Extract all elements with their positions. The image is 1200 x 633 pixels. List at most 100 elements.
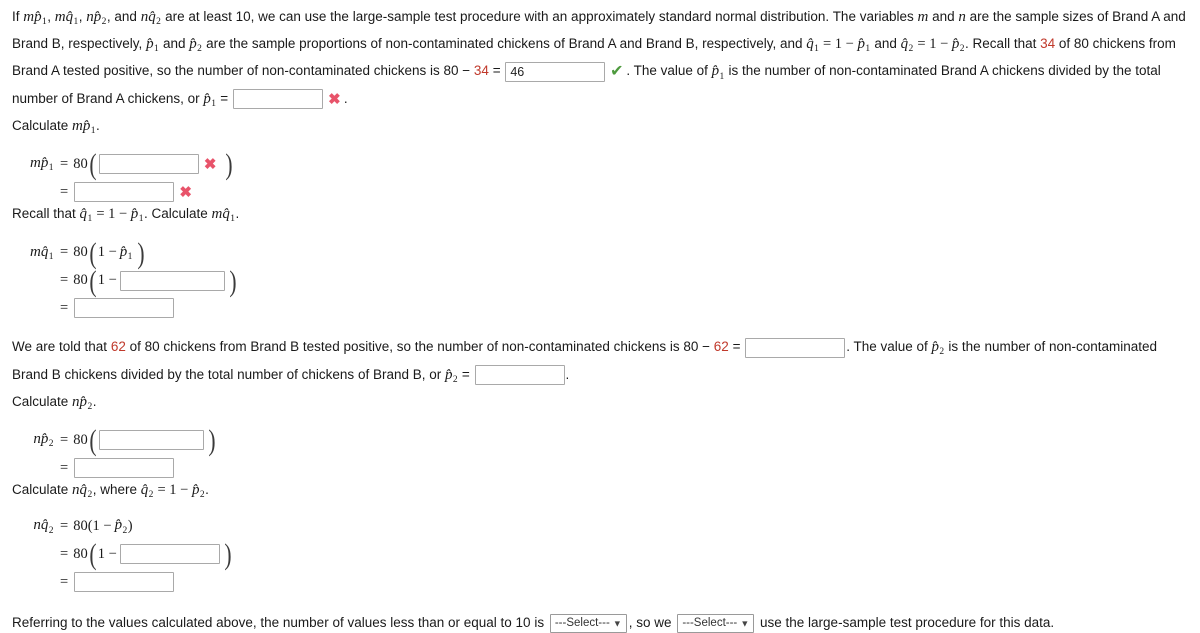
value-34-first: 34 <box>1040 36 1056 52</box>
calc-nq2-heading-eq: = 1 − <box>153 482 192 499</box>
value-34-second: 34 <box>473 63 489 79</box>
mq1-equals-1: = <box>60 244 69 261</box>
mq1-equals-3: = <box>60 299 69 316</box>
intro-text-5: . Recall that <box>965 36 1041 52</box>
mq1-lhs-symbol: mq̂1 <box>30 243 54 262</box>
correct-check-icon: ✔ <box>610 63 624 81</box>
incorrect-x-icon-p1: ✖ <box>328 90 341 108</box>
intro-and-3: and <box>870 36 901 52</box>
chevron-down-icon-1: ▼ <box>612 618 622 629</box>
nq2-coefficient-2: 80 <box>73 546 88 563</box>
conclusion-text-2: , so we <box>628 615 676 631</box>
intro-equals-1: = <box>488 63 505 79</box>
intro-text-2: are at least 10, we can use the large-sa… <box>161 9 918 24</box>
calc-np2-heading: Calculate np̂2. <box>12 391 1190 418</box>
nq2-equation-row-1: nq̂2 = 80 ( 1 − p̂2 ) <box>12 514 1190 538</box>
symbol-mp1: mp̂1 <box>23 9 47 28</box>
brand-a-noncontaminated-input[interactable] <box>505 61 606 82</box>
exercise-page: If mp̂1, mq̂1, np̂2, and nq̂2 are at lea… <box>0 0 1200 633</box>
mp1-equals-2: = <box>60 183 69 200</box>
mq1-result-input[interactable] <box>74 298 175 319</box>
symbol-p2-a: p̂2 <box>189 36 202 55</box>
np2-lhs-symbol: np̂2 <box>33 431 54 450</box>
calc-nq2-heading-mid: , where <box>92 482 141 498</box>
nq2-equals-2: = <box>60 546 69 563</box>
intro-paragraph: If mp̂1, mq̂1, np̂2, and nq̂2 are at lea… <box>12 6 1190 115</box>
calc-nq2-heading-end: . <box>205 482 209 498</box>
np2-equals-1: = <box>60 431 69 448</box>
symbol-mp1-heading: mp̂1 <box>72 117 96 136</box>
mq1-inner-input[interactable] <box>119 270 225 291</box>
intro-period: . <box>343 90 348 106</box>
nq2-equals-3: = <box>60 573 69 590</box>
brand-b-paragraph: We are told that 62 of 80 chickens from … <box>12 336 1190 390</box>
symbol-m: m <box>917 9 929 25</box>
mq1-equation-row-2: = 80 ( 1 − ) <box>60 264 237 298</box>
nq2-close-paren-plain: ) <box>127 518 133 535</box>
symbol-q1-a: q̂1 <box>806 36 819 55</box>
brand-b-period: . <box>565 366 570 382</box>
calc-mp1-heading-post: . <box>96 117 100 133</box>
calc-np2-heading-post: . <box>92 393 97 409</box>
p2-value-input[interactable] <box>474 364 565 385</box>
intro-eq-1: = 1 − <box>819 36 858 53</box>
nq2-lhs-symbol: nq̂2 <box>33 517 54 536</box>
mp1-result-input[interactable] <box>74 182 175 203</box>
np2-inner-input[interactable] <box>98 429 204 450</box>
symbol-q1-recall: q̂1 <box>79 206 93 225</box>
mp1-lhs-symbol: mp̂1 <box>30 155 54 174</box>
np2-result-input[interactable] <box>74 458 175 478</box>
symbol-p1-b: p̂1 <box>857 36 871 55</box>
brand-b-noncontaminated-input[interactable] <box>745 337 846 358</box>
recall-q1-paragraph: Recall that q̂1 = 1 − p̂1. Calculate mq̂… <box>12 203 1190 230</box>
symbol-n: n <box>958 9 966 25</box>
mq1-one-minus-row2: 1 − <box>97 272 117 289</box>
calc-np2-heading-pre: Calculate <box>12 393 73 409</box>
symbol-p2-heading: p̂2 <box>191 482 205 501</box>
calc-nq2-heading-pre: Calculate <box>12 482 73 498</box>
recall-q1-end: . <box>235 206 240 222</box>
symbol-p1-d: p̂1 <box>203 90 216 109</box>
brand-b-text-1: We are told that <box>12 339 111 355</box>
calc-mp1-heading: Calculate mp̂1. <box>12 115 1190 142</box>
symbol-p1-recall: p̂1 <box>130 206 144 225</box>
calc-mp1-heading-pre: Calculate <box>12 117 73 133</box>
intro-eq-2: = 1 − <box>913 36 952 53</box>
mq1-one-minus-row1: 1 − <box>97 244 117 261</box>
intro-text-1: If <box>12 9 24 24</box>
can-cannot-select[interactable]: ---Select--- ▼ <box>677 614 755 633</box>
incorrect-x-icon-mp1-result: ✖ <box>179 183 192 201</box>
mp1-equals-1: = <box>60 155 69 172</box>
intro-text-4: are the sample proportions of non-contam… <box>202 36 807 52</box>
p1-value-input[interactable] <box>232 89 323 110</box>
symbol-np2-heading: np̂2 <box>72 393 93 412</box>
can-cannot-select-value: ---Select--- <box>682 617 738 630</box>
np2-equation-row-1: np̂2 = 80 ( ) <box>12 425 1190 455</box>
recall-q1-pre: Recall that <box>12 206 80 222</box>
intro-text-7: . The value of <box>626 63 712 79</box>
symbol-np2: np̂2 <box>86 9 107 28</box>
chevron-down-icon-2: ▼ <box>740 618 750 629</box>
intro-sep-1: , <box>47 9 55 24</box>
nq2-one-minus-row2: 1 − <box>97 546 117 563</box>
mq1-equation-row-3: = <box>12 297 1190 319</box>
symbol-mq1-recall: mq̂1 <box>211 206 235 225</box>
np2-equation-row-2: = <box>12 457 1190 479</box>
mp1-inner-input[interactable] <box>98 154 199 175</box>
symbol-nq2: nq̂2 <box>140 9 161 28</box>
symbol-p1-a: p̂1 <box>146 36 159 55</box>
np2-equals-2: = <box>60 459 69 476</box>
np2-coefficient-1: 80 <box>73 431 88 448</box>
conclusion-text-1: Referring to the values calculated above… <box>12 615 548 631</box>
symbol-nq2-heading: nq̂2 <box>72 482 93 501</box>
nq2-result-input[interactable] <box>74 571 175 592</box>
mq1-equals-2: = <box>60 272 69 289</box>
recall-q1-mid: = 1 − <box>92 206 131 223</box>
count-select[interactable]: ---Select--- ▼ <box>549 614 627 633</box>
mq1-coefficient-1: 80 <box>73 244 88 261</box>
nq2-inner-input[interactable] <box>119 544 220 565</box>
intro-and-1: and <box>928 9 959 24</box>
symbol-q2-a: q̂2 <box>900 36 914 55</box>
mq1-equation-row-1: mq̂1 = 80 ( 1 − p̂1 ) <box>12 238 1190 268</box>
brand-b-text-2: of 80 chickens from Brand B tested posit… <box>125 339 714 355</box>
